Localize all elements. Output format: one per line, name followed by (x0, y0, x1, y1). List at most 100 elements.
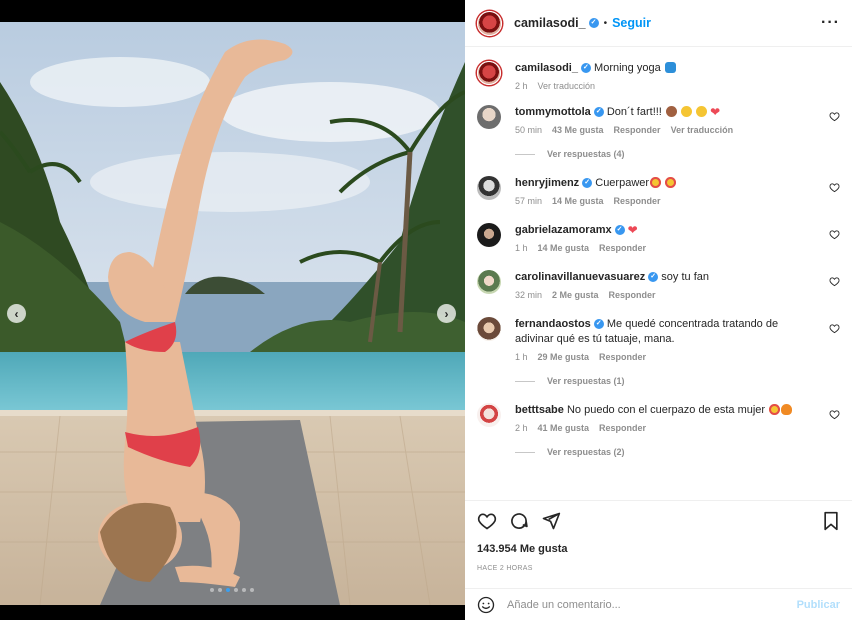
view-replies-button[interactable]: Ver respuestas (2) (515, 447, 840, 457)
replies-divider (515, 153, 535, 155)
comment-username[interactable]: gabrielazamoramx (515, 224, 612, 236)
comment-likes[interactable]: 2 Me gusta (552, 290, 599, 300)
translate-link[interactable]: Ver traducción (671, 125, 734, 135)
verified-icon: ✓ (614, 225, 625, 236)
comment-time: 1 h (515, 243, 528, 253)
publish-button[interactable]: Publicar (797, 599, 840, 611)
comment-likes[interactable]: 14 Me gusta (552, 196, 604, 206)
comment-likes[interactable]: 41 Me gusta (538, 423, 590, 433)
comment-username[interactable]: carolinavillanuevasuarez (515, 271, 645, 283)
chevron-left-icon: ‹ (14, 306, 19, 321)
comment-username[interactable]: betttsabe (515, 404, 564, 416)
comment-body: fernandaostos ✓ Me quedé concentrada trat… (515, 317, 840, 362)
like-comment-heart-icon[interactable] (829, 229, 840, 240)
heart-emoji-icon: ❤ (710, 105, 721, 119)
carousel-dot (250, 588, 254, 592)
view-replies-button[interactable]: Ver respuestas (4) (515, 149, 840, 159)
comment-likes[interactable]: 43 Me gusta (552, 125, 604, 135)
likes-count[interactable]: 143.954 Me gusta (477, 543, 840, 555)
monkey-emoji-icon (665, 106, 677, 117)
comment-username[interactable]: fernandaostos (515, 318, 591, 330)
comment-text: Cuerpawer (595, 177, 650, 189)
comment-body: betttsabe No puedo con el cuerpazo de es… (515, 403, 840, 433)
reply-button[interactable]: Responder (614, 125, 661, 135)
caption-text: Morning yoga (594, 62, 661, 74)
laugh-emoji-icon (696, 106, 708, 117)
separator-dot: • (603, 17, 608, 29)
comment-item: fernandaostos ✓ Me quedé concentrada trat… (477, 317, 840, 362)
follow-button[interactable]: Seguir (612, 16, 651, 30)
comment-icon[interactable] (509, 511, 529, 531)
replies-divider (515, 451, 535, 453)
avatar[interactable] (477, 270, 501, 294)
like-comment-heart-icon[interactable] (829, 182, 840, 193)
carousel-dot (234, 588, 238, 592)
comment-item: betttsabe No puedo con el cuerpazo de es… (477, 403, 840, 433)
avatar[interactable] (477, 317, 501, 341)
carousel-indicator (210, 588, 254, 592)
like-comment-heart-icon[interactable] (829, 409, 840, 420)
like-heart-icon[interactable] (477, 511, 497, 531)
add-comment-input[interactable]: Añade un comentario... (507, 599, 797, 611)
caption-username[interactable]: camilasodi_ (515, 62, 578, 74)
avatar[interactable] (477, 176, 501, 200)
media-panel: ‹ › (0, 0, 465, 620)
like-comment-heart-icon[interactable] (829, 276, 840, 287)
verified-icon: ✓ (648, 272, 659, 283)
post-header: camilasodi_ ✓ • Seguir ··· (465, 0, 852, 47)
carousel-next-button[interactable]: › (437, 304, 456, 323)
caption-body: camilasodi_ ✓ Morning yoga 2 h Ver traduc… (515, 61, 840, 91)
comment-username[interactable]: tommymottola (515, 106, 591, 118)
avatar[interactable] (477, 10, 502, 36)
heart-emoji-icon: ❤ (627, 223, 638, 237)
bookmark-icon[interactable] (822, 511, 840, 531)
instagram-post-modal: ‹ › camilasodi_ ✓ • Seguir ··· camilasod… (0, 0, 852, 620)
add-comment-bar: Añade un comentario... Publicar (465, 588, 852, 620)
comment-body: tommymottola ✓ Don´t fart!!! ❤ 50 min 43 … (515, 105, 840, 135)
comment-time: 57 min (515, 196, 543, 206)
avatar[interactable] (477, 61, 501, 85)
reply-button[interactable]: Responder (599, 352, 646, 362)
comment-text: No puedo con el cuerpazo de esta mujer (566, 404, 766, 416)
view-replies-label: Ver respuestas (1) (547, 376, 625, 386)
comment-likes[interactable]: 29 Me gusta (538, 352, 590, 362)
reply-button[interactable]: Responder (609, 290, 656, 300)
like-comment-heart-icon[interactable] (829, 323, 840, 334)
post-timestamp: HACE 2 HORAS (477, 565, 533, 572)
reply-button[interactable]: Responder (599, 243, 646, 253)
more-options-icon[interactable]: ··· (821, 14, 840, 32)
post-actions: 143.954 Me gusta HACE 2 HORAS (465, 500, 852, 588)
avatar[interactable] (477, 223, 501, 247)
post-photo[interactable] (0, 22, 465, 605)
avatar[interactable] (477, 403, 501, 427)
comment-item: carolinavillanuevasuarez ✓ soy tu fan 32 … (477, 270, 840, 300)
star-eyes-emoji-icon (650, 177, 662, 188)
emoji-picker-icon[interactable] (477, 596, 495, 614)
comment-text: Don´t fart!!! (606, 106, 662, 118)
verified-icon: ✓ (582, 178, 593, 189)
comment-body: gabrielazamoramx ✓ ❤ 1 h 14 Me gusta Resp… (515, 223, 840, 253)
comment-body: henryjimenz ✓ Cuerpawer 57 min 14 Me gust… (515, 176, 840, 206)
translate-link[interactable]: Ver traducción (538, 81, 596, 91)
share-icon[interactable] (541, 511, 561, 531)
reply-button[interactable]: Responder (614, 196, 661, 206)
carousel-dot (210, 588, 214, 592)
like-comment-heart-icon[interactable] (829, 111, 840, 122)
fire-emoji-icon (781, 404, 793, 415)
chevron-right-icon: › (444, 306, 449, 321)
carousel-dot (242, 588, 246, 592)
view-replies-label: Ver respuestas (2) (547, 447, 625, 457)
author-username[interactable]: camilasodi_ (514, 16, 586, 30)
avatar[interactable] (477, 105, 501, 129)
caption: camilasodi_ ✓ Morning yoga 2 h Ver traduc… (477, 61, 840, 91)
comment-item: henryjimenz ✓ Cuerpawer 57 min 14 Me gust… (477, 176, 840, 206)
comment-username[interactable]: henryjimenz (515, 177, 579, 189)
post-details-panel: camilasodi_ ✓ • Seguir ··· camilasodi_ ✓ … (465, 0, 852, 620)
comment-likes[interactable]: 14 Me gusta (538, 243, 590, 253)
carousel-prev-button[interactable]: ‹ (7, 304, 26, 323)
wave-emoji-icon (664, 62, 676, 73)
comment-body: carolinavillanuevasuarez ✓ soy tu fan 32 … (515, 270, 840, 300)
reply-button[interactable]: Responder (599, 423, 646, 433)
comment-time: 32 min (515, 290, 543, 300)
view-replies-button[interactable]: Ver respuestas (1) (515, 376, 840, 386)
